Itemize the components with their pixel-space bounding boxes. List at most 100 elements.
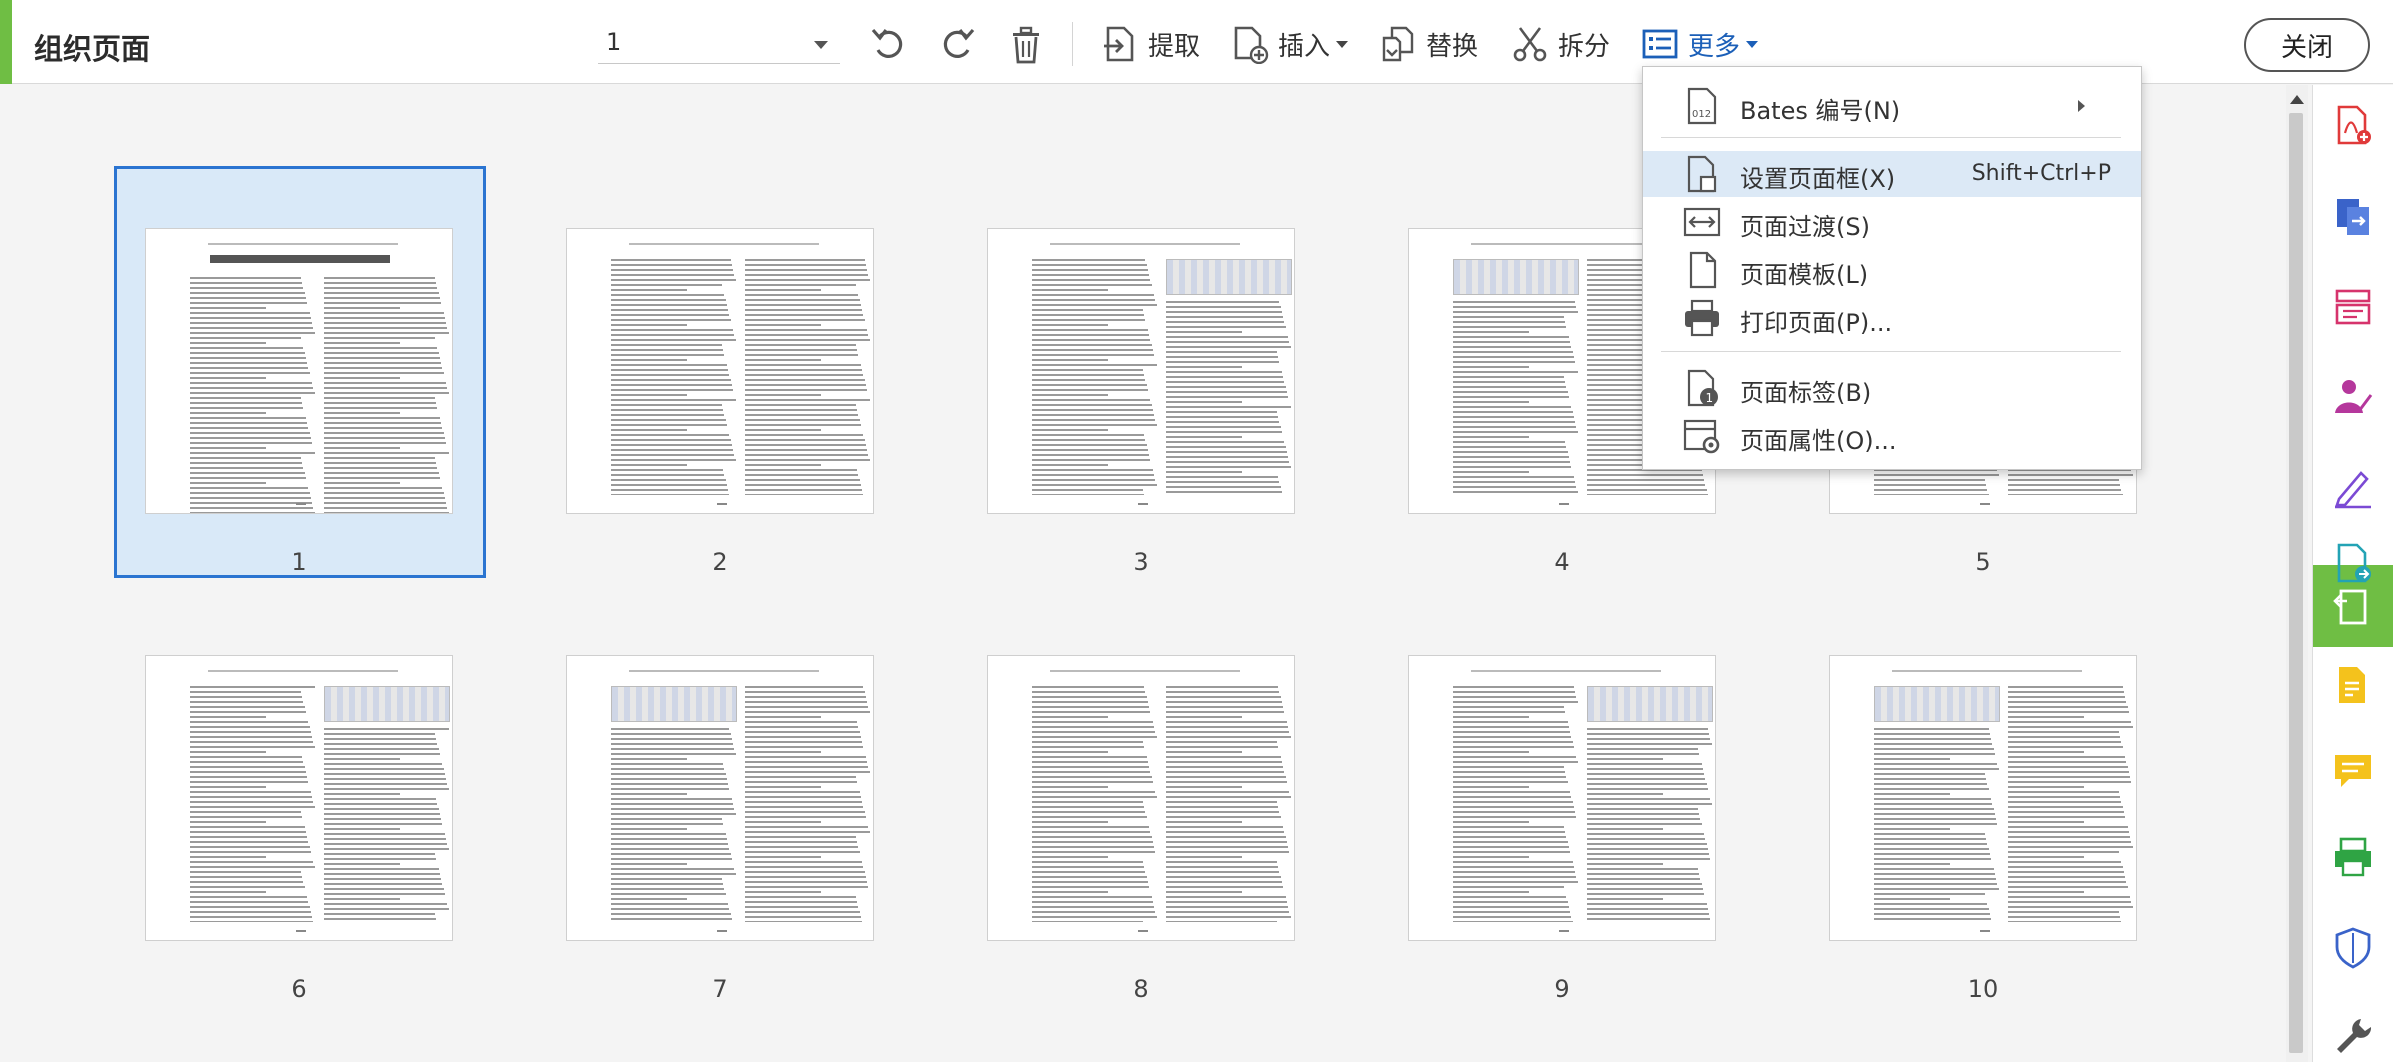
scissors-icon	[1513, 27, 1547, 62]
page-thumbnail[interactable]	[987, 228, 1295, 514]
text-line	[1874, 818, 1997, 820]
wrench-icon[interactable]	[2331, 1013, 2375, 1057]
text-line	[1587, 738, 1711, 740]
text-line	[1032, 399, 1151, 401]
close-button[interactable]: 关闭	[2244, 18, 2370, 72]
comment-document-icon[interactable]	[2331, 663, 2375, 707]
create-pdf-icon[interactable]	[2331, 103, 2375, 147]
text-line	[611, 439, 731, 441]
print-production-icon[interactable]	[2331, 835, 2375, 879]
text-line	[1166, 726, 1289, 728]
menu-item-bates-numbering[interactable]: 012 Bates 编号(N)	[1643, 83, 2141, 129]
text-line	[1587, 898, 1663, 900]
tool-accent-bar	[0, 0, 12, 84]
menu-item-page-transitions[interactable]: 页面过渡(S)	[1643, 199, 2141, 245]
text-line	[1587, 808, 1698, 810]
comment-icon[interactable]	[2331, 749, 2375, 793]
text-line	[1874, 803, 1993, 805]
rotate-counterclockwise-icon[interactable]	[868, 22, 912, 66]
text-line	[1453, 306, 1577, 308]
text-line	[324, 868, 439, 870]
text-line	[1032, 384, 1147, 386]
trash-icon[interactable]	[1004, 22, 1048, 66]
menu-item-page-properties[interactable]: 页面属性(O)...	[1643, 413, 2141, 459]
text-line	[1032, 484, 1157, 486]
text-line	[1032, 796, 1157, 798]
text-line	[190, 766, 305, 768]
text-line	[1453, 476, 1574, 478]
text-line	[1032, 756, 1147, 758]
text-line	[1587, 853, 1710, 855]
page-footer-number	[1559, 930, 1569, 932]
text-line	[324, 337, 435, 339]
menu-item-page-labels[interactable]: 1 页面标签(B)	[1643, 365, 2141, 411]
more-button[interactable]: 更多	[1640, 20, 1759, 68]
text-line	[324, 883, 443, 885]
menu-item-set-page-boxes[interactable]: 设置页面框(X) Shift+Ctrl+P	[1643, 151, 2141, 197]
text-line	[1587, 913, 1710, 915]
text-line	[1874, 813, 1995, 815]
page-thumbnail[interactable]	[566, 228, 874, 514]
text-line	[745, 414, 859, 416]
rotate-clockwise-icon[interactable]	[934, 22, 978, 66]
text-line	[1032, 444, 1147, 446]
organize-pages-icon[interactable]	[2331, 585, 2375, 629]
text-line	[1874, 838, 1987, 840]
scrollbar-thumb[interactable]	[2289, 113, 2303, 1053]
page-thumbnail[interactable]	[1408, 655, 1716, 941]
organize-layout-icon[interactable]	[2331, 285, 2375, 329]
extract-button[interactable]: 提取	[1100, 20, 1200, 68]
text-line	[611, 339, 736, 341]
text-line	[1453, 881, 1578, 883]
text-line	[1453, 481, 1576, 483]
vertical-scrollbar[interactable]	[2286, 85, 2308, 1062]
text-line	[2008, 716, 2084, 718]
page-thumbnail[interactable]	[987, 655, 1295, 941]
fill-sign-icon[interactable]	[2331, 375, 2375, 419]
page-number-label: 10	[1967, 975, 1999, 1003]
text-line	[190, 756, 303, 758]
text-line	[1166, 306, 1281, 308]
text-line	[1166, 361, 1280, 363]
text-line	[1032, 269, 1148, 271]
scroll-up-arrow-icon[interactable]	[2290, 95, 2304, 104]
more-options-icon	[1642, 29, 1678, 59]
text-line	[190, 397, 301, 399]
export-pdf-icon[interactable]	[2331, 541, 2375, 585]
paper-title-block	[210, 255, 390, 263]
page-thumbnail[interactable]	[1829, 655, 2137, 941]
replace-button[interactable]: 替换	[1378, 20, 1478, 68]
page-header-line	[1471, 670, 1661, 672]
text-line	[611, 918, 732, 920]
text-line	[1032, 896, 1152, 898]
text-line	[190, 821, 266, 823]
text-line	[324, 788, 449, 790]
menu-item-print-pages[interactable]: 打印页面(P)...	[1643, 295, 2141, 341]
sign-pen-icon[interactable]	[2331, 465, 2375, 509]
text-line	[745, 861, 863, 863]
text-line	[324, 367, 443, 369]
text-line	[190, 372, 310, 374]
combine-files-icon[interactable]	[2331, 195, 2375, 239]
shield-icon[interactable]	[2331, 925, 2375, 969]
text-line	[190, 502, 313, 504]
split-button[interactable]: 拆分	[1510, 20, 1610, 68]
menu-item-page-templates[interactable]: 页面模板(L)	[1643, 247, 2141, 293]
text-line	[324, 297, 440, 299]
text-line	[190, 761, 304, 763]
text-line	[745, 299, 860, 301]
text-line	[1032, 821, 1108, 823]
page-number-dropdown[interactable]: 1	[598, 24, 840, 64]
page-thumbnail[interactable]	[145, 228, 453, 514]
text-line	[1453, 791, 1571, 793]
page-thumbnail[interactable]	[145, 655, 453, 941]
text-line	[1032, 806, 1145, 808]
text-line	[324, 477, 440, 479]
insert-button[interactable]: 插入	[1230, 20, 1349, 68]
text-line	[1032, 259, 1146, 261]
text-line	[1166, 701, 1282, 703]
text-line	[190, 482, 266, 484]
text-line	[745, 444, 866, 446]
text-line	[1032, 686, 1145, 688]
page-thumbnail[interactable]	[566, 655, 874, 941]
